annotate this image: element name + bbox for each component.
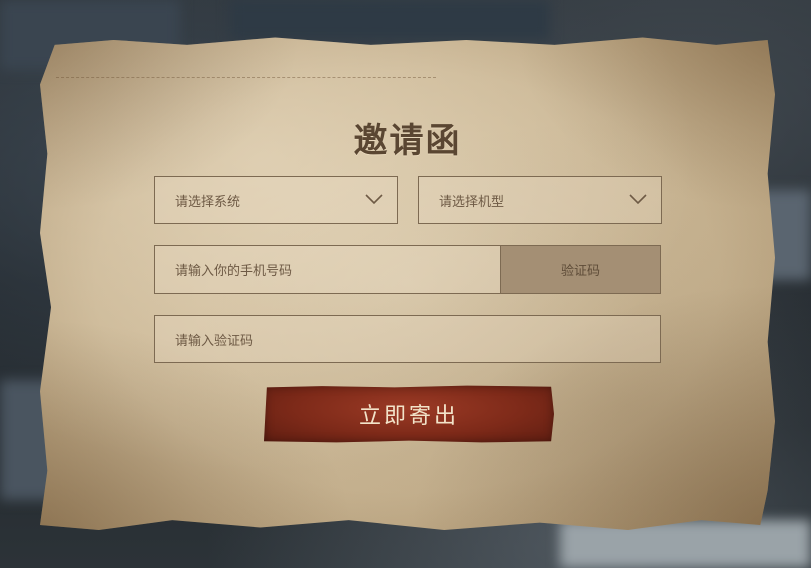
- verify-code-placeholder: 请输入验证码: [175, 333, 254, 349]
- phone-row: 请输入你的手机号码 验证码: [154, 245, 661, 294]
- invitation-paper: 邀请函 请选择系统 请选择机型 请输入你的手机号码 验证码 请输入验证码 立即寄…: [40, 37, 775, 530]
- chevron-down-icon: [365, 194, 383, 205]
- phone-input-placeholder: 请输入你的手机号码: [175, 264, 293, 279]
- phone-input[interactable]: 请输入你的手机号码: [155, 246, 500, 293]
- system-select[interactable]: 请选择系统: [154, 176, 398, 224]
- get-code-button[interactable]: 验证码: [500, 246, 660, 293]
- model-select[interactable]: 请选择机型: [418, 176, 662, 224]
- system-select-placeholder: 请选择系统: [175, 194, 241, 210]
- verify-code-input[interactable]: 请输入验证码: [154, 315, 661, 363]
- page-title: 邀请函: [353, 121, 462, 161]
- chevron-down-icon: [629, 194, 647, 205]
- decorative-divider: [56, 77, 436, 78]
- model-select-placeholder: 请选择机型: [439, 194, 505, 210]
- background-blur: [230, 0, 550, 40]
- submit-button[interactable]: 立即寄出: [264, 385, 554, 443]
